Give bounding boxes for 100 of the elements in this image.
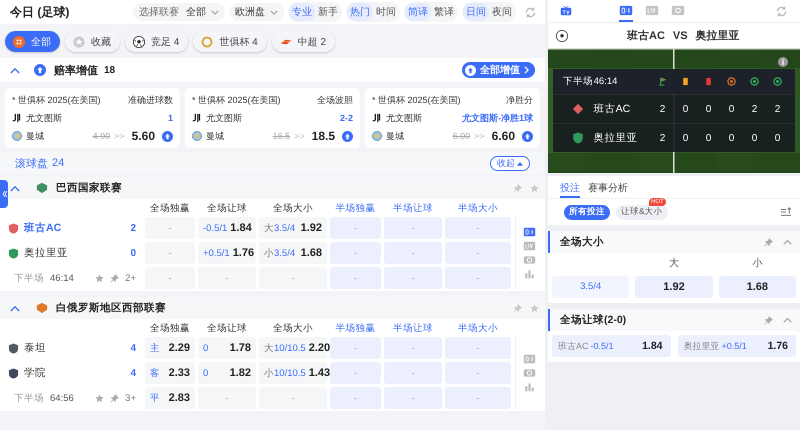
star-icon[interactable] [95, 274, 104, 282]
pin-icon[interactable] [513, 304, 522, 312]
ring-icon [201, 36, 214, 48]
collapse-icon[interactable] [10, 304, 20, 312]
scoreboard-icon[interactable] [522, 354, 536, 364]
caret-icon [270, 10, 278, 14]
odds-button[interactable]: 1.92 [635, 276, 713, 298]
soccer-ball-icon [133, 36, 145, 48]
team-score: 4 [130, 368, 136, 378]
stat-value: 0 [774, 132, 782, 144]
team-name[interactable]: 泰坦 [24, 341, 46, 355]
toggle-option[interactable]: 繁译 [431, 3, 457, 21]
collapse-button[interactable]: 收起 [490, 156, 530, 170]
team-name[interactable]: 班古AC [24, 221, 62, 235]
filter-chip[interactable]: 让球&大小 [616, 204, 668, 220]
info-icon[interactable] [778, 57, 788, 67]
pick-label: 2-2 [340, 113, 353, 123]
scoreboard-icon[interactable] [522, 227, 536, 237]
all-boosts-button[interactable]: 全部增值 [462, 62, 535, 78]
odds-cell[interactable]: 客 2.33 [145, 362, 195, 384]
stat-value: 0 [704, 132, 712, 144]
filter-chip[interactable]: 所有投注 [564, 204, 610, 220]
camera-icon[interactable] [522, 255, 536, 265]
toggle-option[interactable]: 夜间 [489, 3, 515, 21]
team-name: 班古AC [594, 102, 632, 116]
refresh-icon[interactable] [524, 6, 537, 18]
odds-button[interactable]: 奥拉里亚 +0.5/1 1.76 [678, 335, 796, 357]
team-name[interactable]: 学院 [24, 366, 46, 380]
team-logo-icon [192, 131, 202, 141]
odds-cell[interactable]: 小3.5/4 1.68 [259, 242, 327, 264]
filter-chip[interactable]: 全部 [5, 31, 60, 52]
more-markets-link[interactable]: 2+ [125, 272, 136, 284]
boost-card[interactable]: * 世俱杯 2025(在美国) 全场波胆 尤文图斯 2-2 曼城 16.5 >> 18.5 [185, 88, 360, 148]
boost-card[interactable]: * 世俱杯 2025(在美国) 准确进球数 尤文图斯 1 曼城 4.90 >> 5.60 [5, 88, 180, 148]
up-arrow-icon [162, 130, 173, 142]
match-period: 下半场 [14, 272, 44, 284]
tab[interactable]: 赛事分析 [588, 179, 628, 198]
toggle-option[interactable]: 时间 [373, 3, 399, 21]
up-arrow-icon [522, 130, 533, 142]
pin-icon[interactable] [110, 394, 120, 402]
pin-icon[interactable] [513, 184, 522, 192]
team-logo-icon [8, 342, 19, 354]
pin-icon[interactable] [764, 316, 773, 324]
more-markets-link[interactable]: 3+ [125, 392, 136, 404]
odds-format-select[interactable]: 欧洲盘 [229, 3, 284, 21]
toggle-option[interactable]: 日间 [463, 3, 489, 21]
filter-chip[interactable]: 竞足 4 [125, 31, 188, 52]
odds-button[interactable]: 1.68 [718, 276, 796, 298]
collapse-icon[interactable] [10, 184, 20, 192]
new-odds: 18.5 [312, 129, 335, 143]
odds-cell[interactable]: 0 1.78 [198, 337, 256, 359]
market-title: 全场大小 [560, 235, 604, 249]
camera-icon[interactable] [522, 368, 536, 378]
odds-cell[interactable]: 平 2.83 [145, 387, 195, 409]
collapse-all-icon[interactable] [780, 207, 792, 217]
filter-chip[interactable]: 中超 2 [272, 31, 336, 52]
bar-chart-icon[interactable] [522, 269, 536, 279]
bar-chart-icon[interactable] [522, 382, 536, 392]
odds-cell[interactable]: +0.5/1 1.76 [198, 242, 256, 264]
boost-card[interactable]: * 世俱杯 2025(在美国) 净胜分 尤文图斯 尤文图斯-净胜1球 曼城 6.00 >> 6.60 [365, 88, 540, 148]
up-arrow-icon [342, 130, 353, 142]
star-icon[interactable] [530, 184, 539, 192]
team-name[interactable]: 奥拉里亚 [24, 246, 68, 260]
odds-cell[interactable]: -0.5/1 1.84 [198, 217, 256, 239]
star-icon[interactable] [95, 394, 104, 402]
filter-chip[interactable]: 收藏 [65, 31, 120, 52]
toggle-option[interactable]: 热门 [347, 3, 373, 21]
collapse-icon[interactable] [783, 239, 792, 245]
live-icon[interactable] [522, 241, 536, 251]
versus-label: VS [672, 30, 688, 42]
toggle-option[interactable]: 专业 [289, 3, 315, 21]
toggle-option[interactable]: 新手 [315, 3, 341, 21]
league-label: * 世俱杯 2025(在美国) [12, 94, 102, 106]
odds-cell[interactable]: 0 1.82 [198, 362, 256, 384]
pin-icon[interactable] [110, 274, 120, 282]
star-icon[interactable] [530, 304, 539, 312]
odds-cell[interactable]: 大3.5/4 1.92 [259, 217, 327, 239]
stat-value: 0 [682, 104, 690, 114]
caret-icon [211, 10, 219, 14]
collapse-icon[interactable] [10, 66, 20, 74]
collapse-icon[interactable] [783, 317, 792, 323]
odds-button[interactable]: 班古AC -0.5/1 1.84 [552, 335, 670, 357]
expand-tab-icon[interactable] [0, 180, 8, 208]
toggle-option[interactable]: 简译 [405, 3, 431, 21]
tv-icon[interactable] [560, 6, 572, 16]
filter-chip[interactable]: 世俱杯 4 [193, 31, 267, 52]
target-icon [727, 77, 736, 86]
old-odds: 4.90 [92, 131, 110, 141]
odds-cell[interactable]: 主 2.29 [145, 337, 195, 359]
column-header: 全场大小 [272, 322, 314, 334]
target-icon [750, 77, 760, 86]
column-header: 全场独赢 [149, 322, 191, 334]
league-label: * 世俱杯 2025(在美国) [372, 94, 462, 106]
refresh-icon[interactable] [775, 4, 788, 18]
team-logo-icon [8, 368, 19, 378]
league-select[interactable]: 选择联赛 全部 [133, 3, 225, 21]
match-period: 下半场 [14, 392, 44, 404]
pin-icon[interactable] [764, 238, 773, 246]
old-odds: 6.00 [452, 131, 470, 141]
team-logo-icon [8, 222, 19, 234]
